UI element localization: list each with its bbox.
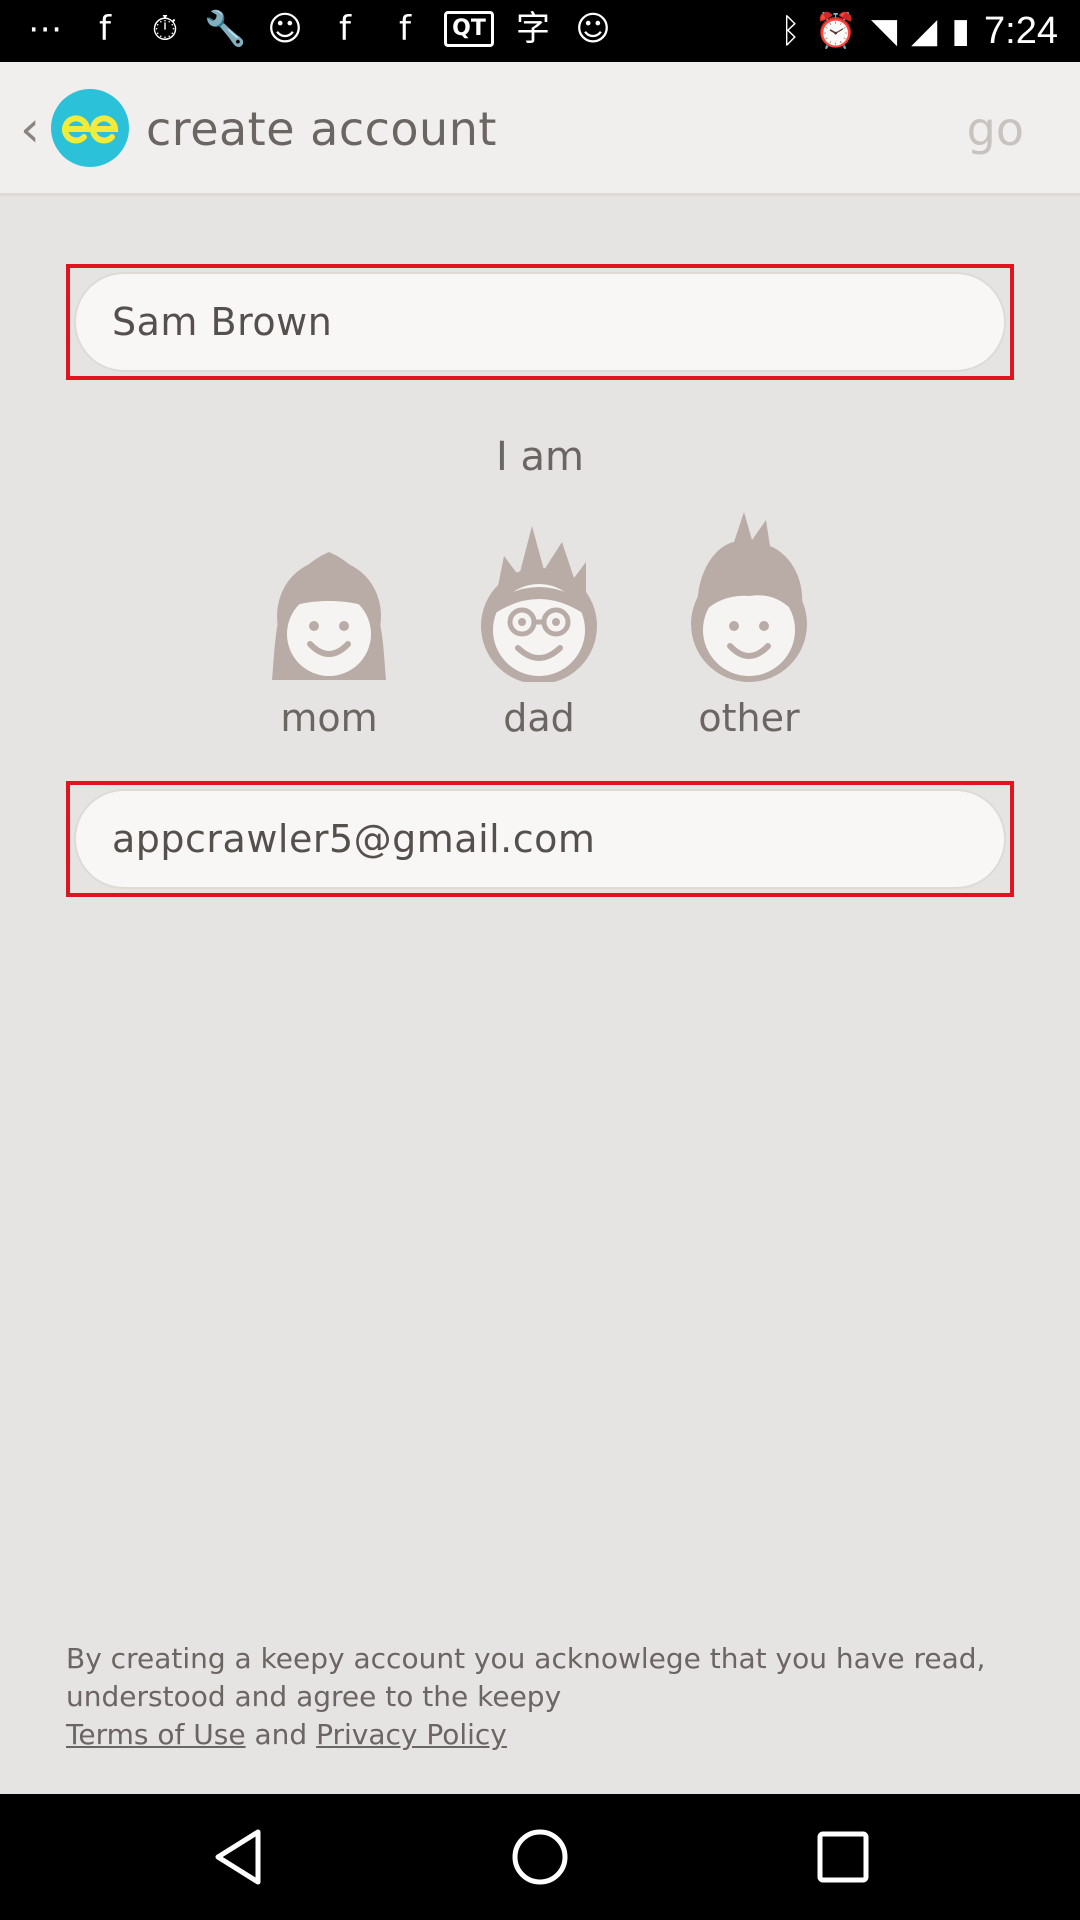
role-other-button[interactable]: other: [664, 506, 834, 740]
home-circle-icon[interactable]: [507, 1824, 573, 1890]
email-input[interactable]: appcrawler5@gmail.com: [74, 789, 1006, 889]
role-mom-button[interactable]: mom: [244, 506, 414, 740]
signal-icon: ◢: [911, 11, 938, 51]
status-bar: ⋯ f ⏱ 🔧 ☺ f f QT 字 ☺ ᛒ ⏰ ◥ ◢ ▮ 7:24: [0, 0, 1080, 62]
smiley-icon: ☺: [267, 9, 303, 49]
terms-notice: By creating a keepy account you acknowle…: [66, 1640, 1006, 1754]
keepy-logo-icon[interactable]: [51, 89, 129, 167]
page-title: create account: [146, 102, 497, 156]
app-header: ‹ create account go: [0, 62, 1080, 196]
system-icons: ᛒ ⏰ ◥ ◢ ▮ 7:24: [780, 8, 1058, 54]
wifi-icon: ◥: [871, 11, 898, 51]
role-mom-label: mom: [280, 696, 378, 740]
dad-avatar-icon: [481, 526, 597, 682]
email-input-value: appcrawler5@gmail.com: [112, 817, 596, 861]
terms-and-text: and: [254, 1718, 308, 1751]
back-triangle-icon[interactable]: [206, 1824, 272, 1890]
go-button[interactable]: go: [967, 102, 1024, 156]
other-avatar-icon: [691, 512, 807, 682]
role-dad-label: dad: [503, 696, 575, 740]
mom-avatar-icon: [272, 552, 386, 680]
navigation-bar: [0, 1794, 1080, 1920]
facebook-icon: f: [99, 9, 111, 49]
clock: 7:24: [984, 10, 1058, 52]
name-input[interactable]: Sam Brown: [74, 272, 1006, 372]
terms-text: By creating a keepy account you acknowle…: [66, 1642, 986, 1713]
battery-icon: ▮: [951, 11, 971, 51]
role-other-label: other: [698, 696, 800, 740]
i-am-label: I am: [496, 434, 584, 480]
name-input-value: Sam Brown: [112, 300, 333, 344]
terms-of-use-link[interactable]: Terms of Use: [66, 1718, 246, 1751]
alarm-icon: ⏰: [814, 11, 857, 51]
qt-icon: QT: [444, 11, 494, 47]
timer-icon: ⏱: [151, 9, 179, 49]
recents-square-icon[interactable]: [810, 1824, 876, 1890]
smiley-icon: ☺: [575, 9, 611, 49]
facebook-icon: f: [339, 9, 351, 49]
back-chevron-icon[interactable]: ‹: [20, 100, 40, 158]
privacy-policy-link[interactable]: Privacy Policy: [316, 1718, 507, 1751]
facebook-icon: f: [399, 9, 411, 49]
role-dad-button[interactable]: dad: [454, 506, 624, 740]
wrench-icon: 🔧: [204, 9, 247, 49]
bluetooth-icon: ᛒ: [780, 11, 801, 51]
email-field-highlight: appcrawler5@gmail.com: [66, 781, 1014, 897]
more-dots-icon: ⋯: [28, 9, 62, 49]
name-field-highlight: Sam Brown: [66, 264, 1014, 380]
character-icon: 字: [516, 9, 550, 49]
notification-icons: ⋯ f ⏱ 🔧 ☺ f f QT 字 ☺: [24, 8, 614, 50]
